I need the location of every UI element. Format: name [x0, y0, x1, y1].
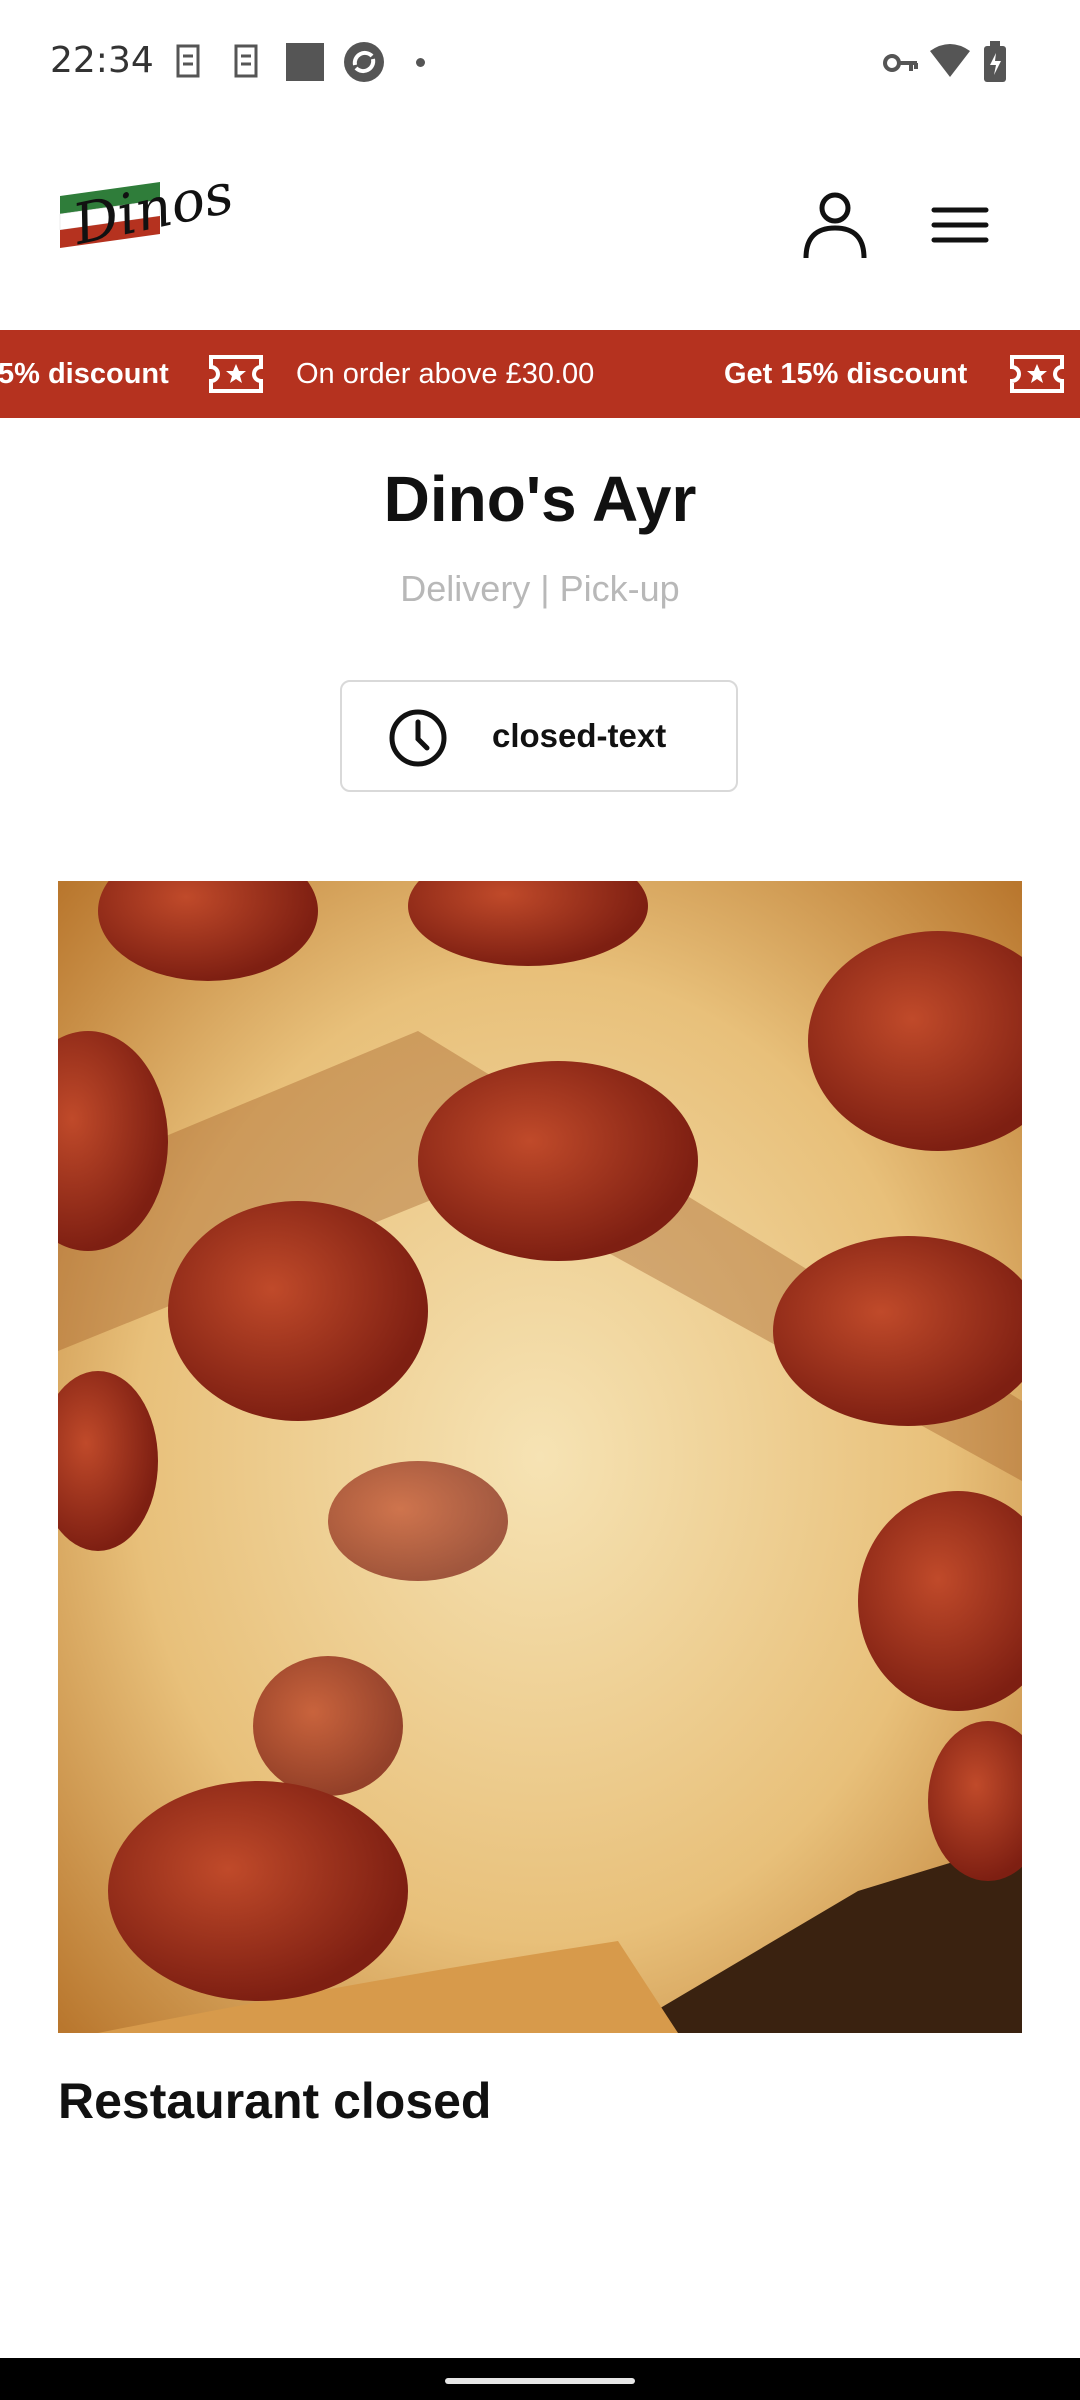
- sim-icon: [176, 44, 200, 78]
- opening-status-button[interactable]: closed-text: [340, 680, 738, 792]
- system-nav-bar: [0, 2358, 1080, 2400]
- sim-icon: [234, 44, 258, 78]
- status-label: closed-text: [492, 717, 667, 754]
- promo-min-order-text: On order above £30.00: [296, 358, 595, 390]
- restaurant-name: Dino's Ayr: [383, 463, 697, 535]
- closed-heading: Restaurant closed: [58, 2073, 492, 2129]
- svg-text:Dinos: Dinos: [67, 170, 239, 258]
- promo-banner: 5% discount On order above £30.00 Get 15…: [0, 330, 1080, 418]
- vpn-key-icon: [883, 54, 918, 72]
- wifi-icon: [930, 44, 970, 77]
- dot-icon: [416, 58, 425, 67]
- ticket-star-icon: [1010, 355, 1064, 393]
- ticket-star-icon: [209, 355, 263, 393]
- promo-discount-text: 5% discount: [0, 358, 169, 390]
- image-icon: [286, 43, 324, 81]
- promo-discount-text: Get 15% discount: [724, 358, 968, 390]
- battery-icon: [984, 41, 1006, 82]
- sync-icon: [344, 42, 384, 82]
- account-icon[interactable]: [800, 190, 870, 260]
- clock-icon: [389, 709, 447, 767]
- status-time: 22:34: [50, 40, 154, 81]
- status-bar: 22:34: [0, 0, 1080, 124]
- home-indicator[interactable]: [445, 2378, 635, 2384]
- service-modes: Delivery | Pick-up: [400, 568, 680, 609]
- pizza-image: [58, 881, 1022, 2033]
- menu-icon[interactable]: [930, 200, 990, 250]
- dinos-logo[interactable]: Dinos: [56, 170, 246, 270]
